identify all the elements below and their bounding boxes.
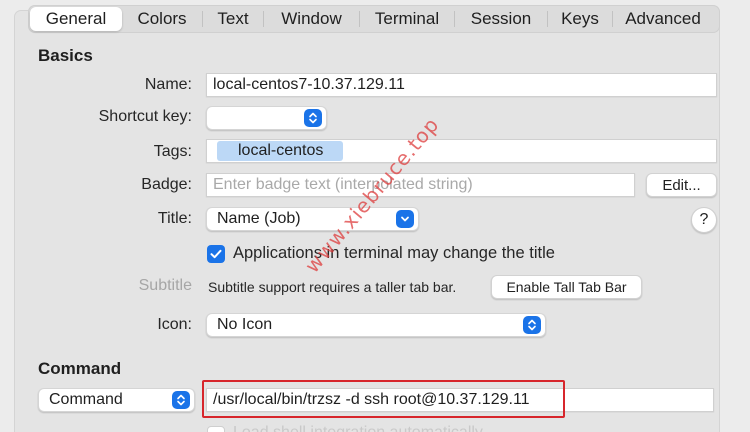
title-popup[interactable]: Name (Job) xyxy=(206,207,419,231)
shortcut-key-label: Shortcut key: xyxy=(98,108,192,125)
icon-label: Icon: xyxy=(157,316,192,333)
tab-keys[interactable]: Keys xyxy=(548,7,612,31)
subtitle-label: Subtitle xyxy=(138,277,192,294)
command-type-value: Command xyxy=(49,391,123,408)
tab-advanced[interactable]: Advanced xyxy=(613,7,713,31)
title-label: Title: xyxy=(157,210,192,227)
command-section-title: Command xyxy=(38,359,122,378)
edit-badge-button[interactable]: Edit... xyxy=(646,173,717,197)
tab-text[interactable]: Text xyxy=(203,7,263,31)
tab-bar: General Colors Text Window Terminal Sess… xyxy=(28,5,720,33)
shell-integration-label: Load shell integration automatically xyxy=(233,424,483,432)
chevron-updown-icon xyxy=(172,391,190,409)
tab-terminal[interactable]: Terminal xyxy=(360,7,454,31)
icon-popup[interactable]: No Icon xyxy=(206,313,546,337)
tab-general[interactable]: General xyxy=(30,7,122,31)
tab-colors[interactable]: Colors xyxy=(122,7,202,31)
apps-change-title-label: Applications in terminal may change the … xyxy=(233,244,555,262)
name-label: Name: xyxy=(144,76,192,93)
command-type-popup[interactable]: Command xyxy=(38,388,195,412)
shell-integration-checkbox[interactable] xyxy=(207,426,225,432)
shortcut-key-popup[interactable] xyxy=(206,106,327,130)
tag-chip[interactable]: local-centos xyxy=(217,141,344,161)
tab-session[interactable]: Session xyxy=(455,7,547,31)
chevron-down-icon xyxy=(396,210,414,228)
checkmark-icon xyxy=(210,249,222,259)
apps-change-title-checkbox[interactable] xyxy=(207,245,225,263)
title-popup-value: Name (Job) xyxy=(217,210,301,227)
badge-label: Badge: xyxy=(141,176,192,193)
tags-label: Tags: xyxy=(153,143,192,160)
name-field[interactable]: local-centos7-10.37.129.11 xyxy=(206,73,717,97)
subtitle-note: Subtitle support requires a taller tab b… xyxy=(208,279,457,295)
enable-tall-tab-bar-button[interactable]: Enable Tall Tab Bar xyxy=(491,275,642,299)
basics-section-title: Basics xyxy=(38,46,93,65)
command-highlight-box xyxy=(202,380,565,418)
badge-field[interactable]: Enter badge text (interpolated string) xyxy=(206,173,635,197)
icon-popup-value: No Icon xyxy=(217,316,273,333)
tab-window[interactable]: Window xyxy=(264,7,359,31)
chevron-updown-icon xyxy=(304,109,322,127)
help-button[interactable]: ? xyxy=(691,207,717,233)
chevron-updown-icon xyxy=(523,316,541,334)
